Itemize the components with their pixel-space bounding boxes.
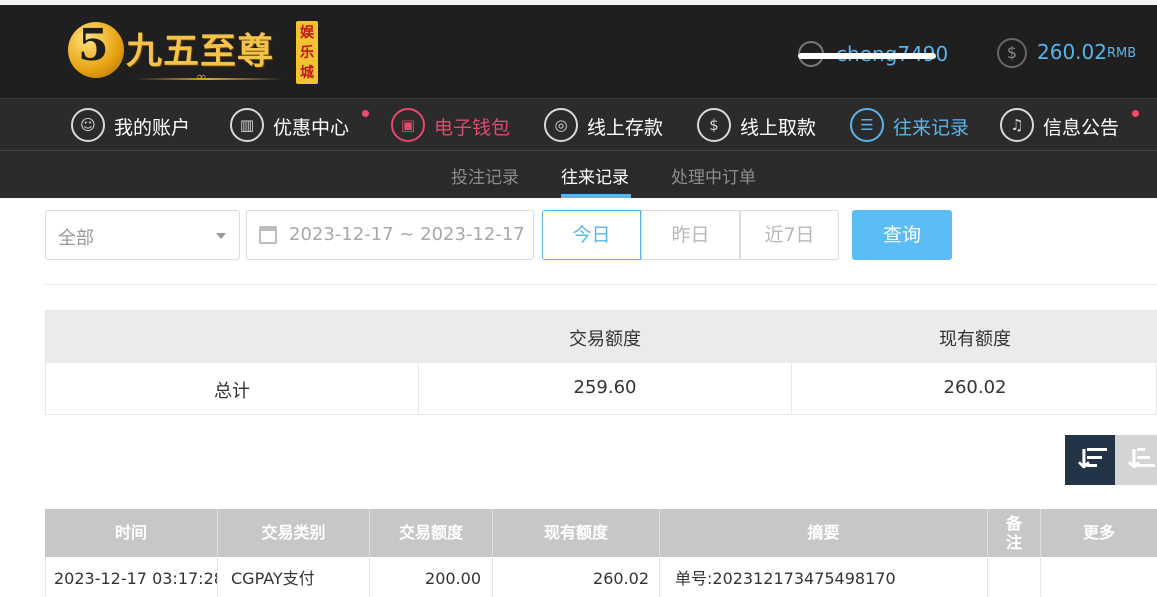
sort-ascending-button[interactable]: ↓ <box>1115 435 1157 485</box>
logo-five: 5 <box>78 20 109 71</box>
summary-total-balance: 260.02 <box>943 377 1007 398</box>
tab-bet-records[interactable]: 投注记录 <box>451 163 519 188</box>
balance-amount: 260.02 <box>1037 40 1107 64</box>
summary-header: 交易额度 现有额度 <box>46 311 1157 363</box>
nav-label: 信息公告 <box>1043 117 1120 139</box>
nav-label: 优惠中心 <box>273 117 350 139</box>
nav-label: 线上取款 <box>740 117 817 139</box>
site-header: 5 九五至尊 ∞ 娱乐城 cheng7490 $ 260.02 RMB <box>0 5 1157 98</box>
date-range-input[interactable]: 2023-12-17 ~ 2023-12-17 <box>246 210 534 260</box>
balance-currency: RMB <box>1107 46 1137 61</box>
cell-time: 2023-12-17 03:17:28 <box>45 557 218 597</box>
dollar-icon: $ <box>997 38 1027 68</box>
main-nav: ☺ 我的账户 ▥ 优惠中心 ▣ 电子钱包 ◎ 线上存款 $ 线上取款 ☰ 往来记… <box>0 98 1157 150</box>
summary-header-balance: 现有额度 <box>939 329 1011 350</box>
nav-label: 电子钱包 <box>434 117 511 139</box>
records-icon: ☰ <box>850 108 884 142</box>
sub-nav: 投注记录 往来记录 处理中订单 <box>0 150 1157 198</box>
summary-table: 交易额度 现有额度 总计 259.60 260.02 <box>45 310 1157 415</box>
select-value: 全部 <box>58 228 94 249</box>
column-header-time: 时间 <box>45 509 218 557</box>
logo-name: 九五至尊 <box>126 30 275 72</box>
column-header-remark: 备注 <box>988 509 1041 557</box>
nav-label: 我的账户 <box>114 117 191 139</box>
column-header-summary: 摘要 <box>660 509 988 557</box>
nav-label: 往来记录 <box>893 117 970 139</box>
sort-descending-button[interactable]: ↓ <box>1065 435 1115 485</box>
cell-type: CGPAY支付 <box>218 557 370 597</box>
user-icon: ☺ <box>71 108 105 142</box>
column-header-more: 更多 <box>1082 523 1115 542</box>
divider <box>45 284 1157 285</box>
tab-transaction-records[interactable]: 往来记录 <box>561 163 629 188</box>
cell-amount: 200.00 <box>370 557 493 597</box>
query-button[interactable]: 查询 <box>852 210 952 260</box>
summary-header-amount: 交易额度 <box>569 329 641 350</box>
deposit-icon: ◎ <box>544 108 578 142</box>
logo-ornament: ∞ <box>196 70 207 85</box>
chevron-down-icon <box>216 233 226 239</box>
column-header-balance: 现有额度 <box>493 509 660 557</box>
wallet-icon: ▣ <box>391 108 425 142</box>
summary-total-label: 总计 <box>214 381 250 402</box>
summary-total-amount: 259.60 <box>573 377 637 398</box>
active-tab-underline <box>561 194 631 198</box>
column-header-amount: 交易额度 <box>370 509 493 557</box>
last-7-days-button[interactable]: 近7日 <box>740 210 839 260</box>
nav-label: 线上存款 <box>587 117 664 139</box>
logo-badge: 娱乐城 <box>296 21 318 84</box>
redaction-bar <box>798 53 936 59</box>
announcements-notification-dot <box>1132 110 1139 117</box>
cell-summary: 单号:202312173475498170 <box>660 557 988 597</box>
promotions-notification-dot <box>362 110 369 117</box>
column-header-type: 交易类别 <box>218 509 370 557</box>
records-table: 时间 交易类别 交易额度 现有额度 摘要 备注 更多 2023-12-17 03… <box>45 509 1157 597</box>
tab-pending-orders[interactable]: 处理中订单 <box>671 163 756 188</box>
cell-remark <box>988 557 1041 597</box>
records-table-header: 时间 交易类别 交易额度 现有额度 摘要 备注 更多 <box>45 509 1157 557</box>
logo-ornament-line <box>134 78 284 80</box>
gift-icon: ▥ <box>230 108 264 142</box>
cell-more[interactable] <box>1041 557 1157 597</box>
transaction-type-select[interactable]: 全部 <box>45 210 240 260</box>
yesterday-button[interactable]: 昨日 <box>641 210 740 260</box>
bell-icon: ♫ <box>1000 108 1034 142</box>
cell-balance: 260.02 <box>493 557 660 597</box>
date-range-value: 2023-12-17 ~ 2023-12-17 <box>289 224 525 245</box>
withdraw-icon: $ <box>697 108 731 142</box>
site-logo[interactable]: 5 九五至尊 ∞ 娱乐城 <box>68 18 320 90</box>
today-button[interactable]: 今日 <box>542 210 641 260</box>
calendar-icon <box>259 226 277 244</box>
